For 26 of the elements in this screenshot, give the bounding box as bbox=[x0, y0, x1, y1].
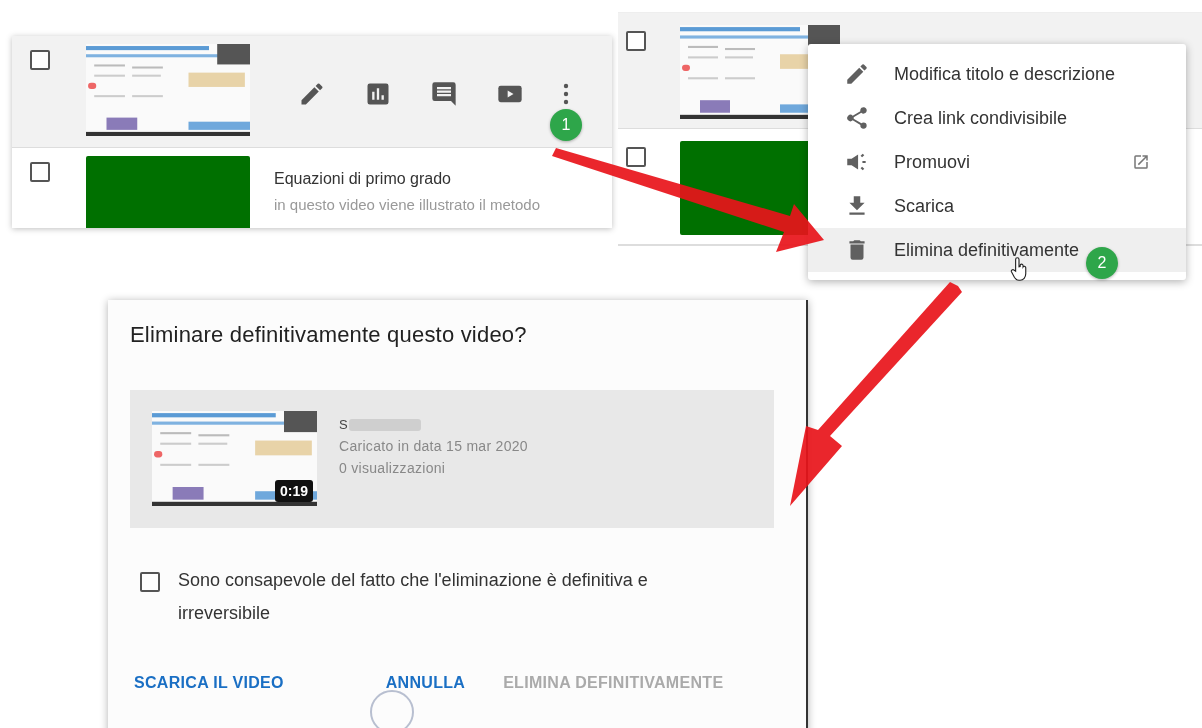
menu-item[interactable]: Scarica bbox=[808, 184, 1186, 228]
duration-label: 0:19 bbox=[274, 480, 313, 502]
checkbox[interactable] bbox=[30, 162, 50, 182]
video-title: S bbox=[339, 417, 348, 432]
external-link-icon bbox=[1132, 153, 1150, 171]
checkbox[interactable] bbox=[140, 572, 160, 592]
more-options-icon[interactable] bbox=[562, 82, 570, 106]
view-count: 0 visualizzazioni bbox=[339, 460, 447, 476]
dialog-title: Eliminare definitivamente questo video? bbox=[130, 322, 528, 348]
video-description: in questo video viene illustrato il metodo bbox=[274, 196, 540, 213]
step-badge: 1 bbox=[550, 109, 582, 141]
share-icon bbox=[844, 105, 870, 131]
menu-item[interactable]: Crea link condivisibile bbox=[808, 96, 1186, 140]
comment-icon[interactable] bbox=[430, 80, 458, 108]
checkbox[interactable] bbox=[626, 147, 646, 167]
upload-date: Caricato in data 15 mar 2020 bbox=[339, 438, 528, 454]
menu-item[interactable]: Modifica titolo e descrizione bbox=[808, 52, 1186, 96]
click-indicator-icon bbox=[370, 690, 414, 728]
pencil-icon bbox=[844, 61, 870, 87]
checkbox-label: Sono consapevole del fatto che l'eliminazione è definitiva e irreversibile bbox=[178, 569, 649, 625]
video-title[interactable]: Equazioni di primo grado bbox=[274, 170, 540, 188]
checkbox[interactable] bbox=[30, 50, 50, 70]
menu-item[interactable]: Promuovi bbox=[808, 140, 1186, 184]
dialog-button[interactable]: ANNULLA bbox=[381, 670, 470, 696]
dialog-button[interactable]: SCARICA IL VIDEO bbox=[130, 670, 288, 696]
checkbox[interactable] bbox=[626, 31, 646, 51]
